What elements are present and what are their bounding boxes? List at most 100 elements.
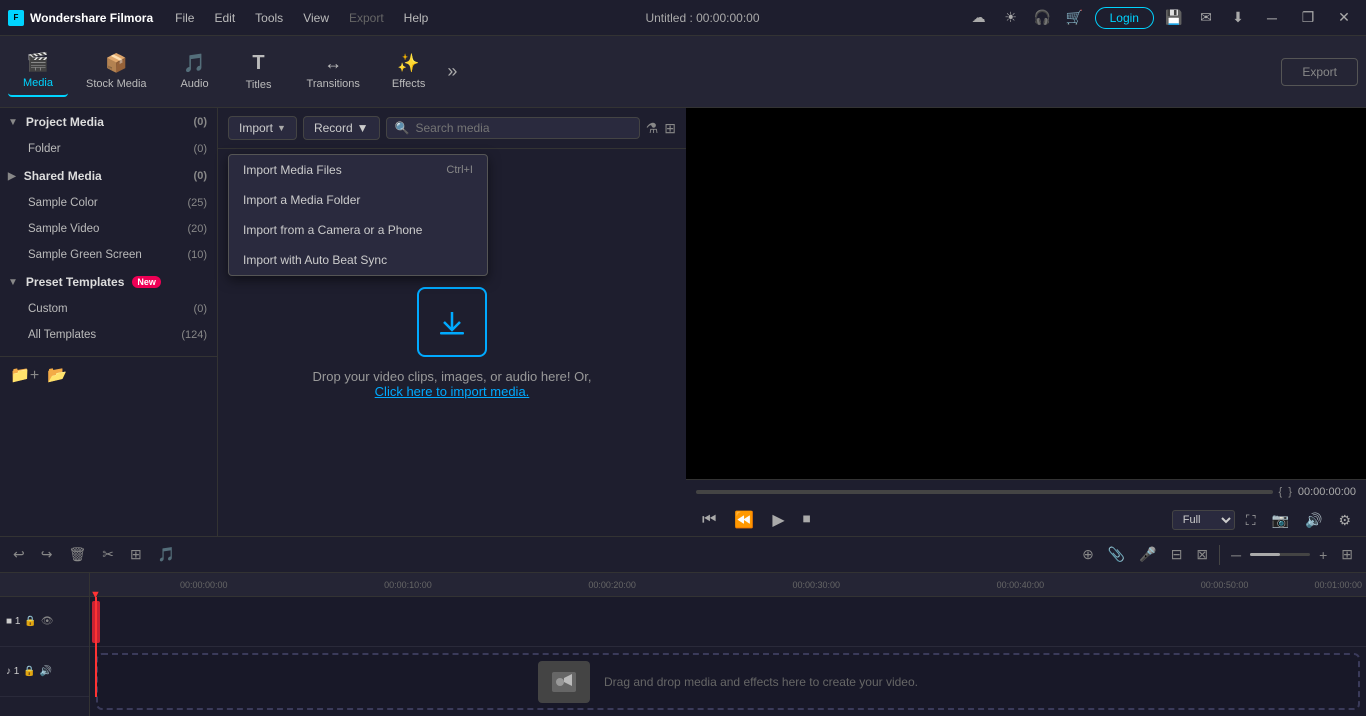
preview-bottom: ⏮ ⏪ ▶ ⏹ Full 150% 100% 75% 50% ⛶ 📷 🔊 ⚙ xyxy=(686,504,1366,536)
skip-back-button[interactable]: ⏮ xyxy=(696,509,722,531)
sidebar-item-preset-templates[interactable]: ▼ Preset Templates New xyxy=(0,268,217,296)
audio-mute-icon[interactable]: 🔊 xyxy=(40,666,52,677)
tl-separator xyxy=(1219,545,1220,565)
sidebar-item-project-media[interactable]: ▼ Project Media (0) xyxy=(0,108,217,136)
toolbar-media[interactable]: 🎬 Media xyxy=(8,46,68,97)
menu-export[interactable]: Export xyxy=(339,7,394,29)
minimize-button[interactable]: ─ xyxy=(1258,7,1286,29)
menu-tools[interactable]: Tools xyxy=(245,7,293,29)
transitions-icon: ↔ xyxy=(324,53,342,74)
mail-icon[interactable]: ✉ xyxy=(1194,6,1218,30)
zoom-slider[interactable] xyxy=(1250,553,1310,556)
play-button[interactable]: ▶ xyxy=(766,508,790,532)
sidebar-item-custom[interactable]: Custom (0) xyxy=(0,296,217,322)
sidebar-item-sample-green-screen[interactable]: Sample Green Screen (10) xyxy=(0,242,217,268)
folder-open-icon[interactable]: 📂 xyxy=(47,365,67,385)
toolbar-effects[interactable]: ✨ Effects xyxy=(378,47,439,96)
folder-label: Folder xyxy=(28,143,61,155)
toolbar-audio-label: Audio xyxy=(180,78,208,90)
record-button[interactable]: Record ▼ xyxy=(303,116,380,140)
sun-icon[interactable]: ☀ xyxy=(999,6,1023,30)
timeline-delete[interactable]: 🗑 xyxy=(63,544,91,565)
toolbar-more-button[interactable]: » xyxy=(443,57,461,86)
stop-button[interactable]: ⏹ xyxy=(797,509,817,531)
new-badge: New xyxy=(132,276,161,288)
download-icon[interactable]: ⬇ xyxy=(1226,6,1250,30)
timeline-cut[interactable]: ✂ xyxy=(97,544,119,565)
timeline-snap[interactable]: ⊕ xyxy=(1077,544,1099,565)
timeline-mic[interactable]: 🎤 xyxy=(1134,544,1161,565)
snapshot-icon[interactable]: 📷 xyxy=(1267,510,1294,531)
close-button[interactable]: ✕ xyxy=(1330,7,1358,29)
volume-icon[interactable]: 🔊 xyxy=(1300,510,1327,531)
dropdown-import-beat[interactable]: Import with Auto Beat Sync xyxy=(229,245,487,275)
menu-help[interactable]: Help xyxy=(394,7,439,29)
filter-icon[interactable]: ⚗ xyxy=(646,120,659,137)
export-button[interactable]: Export xyxy=(1281,58,1358,86)
sidebar-item-sample-color[interactable]: Sample Color (25) xyxy=(0,190,217,216)
import-beat-label: Import with Auto Beat Sync xyxy=(243,253,387,267)
sample-color-label: Sample Color xyxy=(28,197,98,209)
audio-lock-icon[interactable]: 🔒 xyxy=(23,666,35,677)
timeline-clip[interactable]: 📎 xyxy=(1103,544,1130,565)
settings-icon[interactable]: ⚙ xyxy=(1333,510,1356,531)
timeline-redo[interactable]: ↪ xyxy=(36,544,58,565)
sidebar-item-shared-media[interactable]: ▶ Shared Media (0) xyxy=(0,162,217,190)
ruler-20s: 00:00:20:00 xyxy=(588,580,636,590)
zoom-select[interactable]: Full 150% 100% 75% 50% xyxy=(1172,510,1235,530)
sidebar-item-sample-video[interactable]: Sample Video (20) xyxy=(0,216,217,242)
preview-time: 00:00:00:00 xyxy=(1298,486,1356,498)
maximize-button[interactable]: ❐ xyxy=(1294,7,1322,29)
import-dropdown: Import Media Files Ctrl+I Import a Media… xyxy=(228,154,488,276)
toolbar-stock-media[interactable]: 📦 Stock Media xyxy=(72,47,161,96)
title-bar-left: F Wondershare Filmora File Edit Tools Vi… xyxy=(8,7,438,29)
sidebar-item-folder[interactable]: Folder (0) xyxy=(0,136,217,162)
menu-file[interactable]: File xyxy=(165,7,204,29)
toolbar-audio[interactable]: 🎵 Audio xyxy=(165,47,225,96)
timeline-right: ⊕ 📎 🎤 ⊟ ⊠ ─ + ⊞ xyxy=(1077,544,1358,565)
grid-icon[interactable]: ⊞ xyxy=(664,120,676,137)
search-input[interactable] xyxy=(415,121,630,135)
timeline-drop-zone[interactable]: Drag and drop media and effects here to … xyxy=(96,653,1360,710)
timeline-undo[interactable]: ↩ xyxy=(8,544,30,565)
timeline-content: ■ 1 🔒 👁 ♪ 1 🔒 🔊 00:00:00:00 00:00:10:00 … xyxy=(0,573,1366,716)
cloud-icon[interactable]: ☁ xyxy=(967,6,991,30)
menu-edit[interactable]: Edit xyxy=(204,7,245,29)
login-button[interactable]: Login xyxy=(1095,7,1154,29)
lock-icon[interactable]: 🔒 xyxy=(24,616,36,627)
eye-icon[interactable]: 👁 xyxy=(41,616,54,627)
import-button[interactable]: Import ▼ xyxy=(228,116,297,140)
shared-media-count: (0) xyxy=(194,170,207,182)
dropdown-import-folder[interactable]: Import a Media Folder xyxy=(229,185,487,215)
timeline-subtitle[interactable]: ⊠ xyxy=(1191,544,1213,565)
title-bar: F Wondershare Filmora File Edit Tools Vi… xyxy=(0,0,1366,36)
add-folder-icon[interactable]: 📁+ xyxy=(10,365,39,385)
save-icon[interactable]: 💾 xyxy=(1162,6,1186,30)
drop-link[interactable]: Click here to import media. xyxy=(375,384,530,399)
track-labels: ■ 1 🔒 👁 ♪ 1 🔒 🔊 xyxy=(0,573,90,716)
dropdown-import-files[interactable]: Import Media Files Ctrl+I xyxy=(229,155,487,185)
dropdown-import-camera[interactable]: Import from a Camera or a Phone xyxy=(229,215,487,245)
stock-media-icon: 📦 xyxy=(105,53,127,74)
search-box: 🔍 xyxy=(386,117,640,139)
sidebar-item-all-templates[interactable]: All Templates (124) xyxy=(0,322,217,348)
fullscreen-icon[interactable]: ⛶ xyxy=(1241,510,1261,531)
step-back-button[interactable]: ⏪ xyxy=(728,508,760,532)
headset-icon[interactable]: 🎧 xyxy=(1031,6,1055,30)
cart-icon[interactable]: 🛒 xyxy=(1063,6,1087,30)
timeline-adjust[interactable]: ⊞ xyxy=(125,544,147,565)
menu-view[interactable]: View xyxy=(293,7,339,29)
timeline-fit[interactable]: ⊞ xyxy=(1336,544,1358,565)
toolbar-titles[interactable]: T Titles xyxy=(229,46,289,97)
timeline-zoom-out[interactable]: ─ xyxy=(1226,545,1246,565)
video-track-row[interactable] xyxy=(90,597,1366,647)
timeline-zoom-in[interactable]: + xyxy=(1314,545,1332,565)
preview-panel: { } 00:00:00:00 ⏮ ⏪ ▶ ⏹ Full 150% 100% 7… xyxy=(686,108,1366,536)
toolbar-transitions[interactable]: ↔ Transitions xyxy=(293,47,374,96)
preview-slider[interactable] xyxy=(696,490,1273,494)
sample-green-screen-label: Sample Green Screen xyxy=(28,249,142,261)
ruler-50s: 00:00:50:00 xyxy=(1201,580,1249,590)
media-toolbar: Import ▼ Record ▼ 🔍 ⚗ ⊞ xyxy=(218,108,686,149)
timeline-audio[interactable]: 🎵 xyxy=(153,544,180,565)
timeline-caption[interactable]: ⊟ xyxy=(1166,544,1188,565)
